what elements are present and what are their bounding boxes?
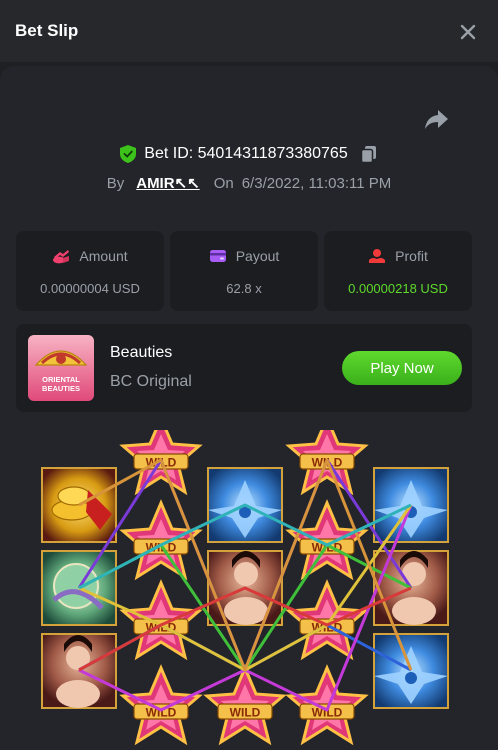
reel-symbol-wild [121, 581, 201, 659]
profit-card: Profit 0.00000218 USD [324, 231, 472, 311]
thumb-title-line2: BEAUTIES [42, 384, 80, 393]
wallet-icon [209, 250, 226, 262]
amount-value: 0.00000004 USD [40, 281, 140, 296]
payout-card: Payout 62.8 x [170, 231, 318, 311]
payout-label: Payout [235, 248, 280, 264]
amount-label: Amount [79, 248, 128, 264]
bet-slip-title: Bet Slip [15, 21, 79, 40]
by-label: By [106, 174, 125, 192]
share-icon[interactable] [424, 108, 450, 132]
payout-value: 62.8 x [226, 281, 262, 296]
reel-symbol-wild [287, 501, 367, 579]
slot-reels: WILD [41, 430, 449, 744]
profit-value: 0.00000218 USD [348, 281, 448, 296]
amount-card: Amount 0.00000004 USD [16, 231, 164, 311]
reel-symbol-wild [121, 501, 201, 579]
game-type: BC Original [110, 373, 192, 390]
thumb-title-line1: ORIENTAL [42, 375, 80, 384]
profit-icon [369, 249, 386, 263]
reel-symbol-wild [121, 666, 201, 744]
reel-symbol-blue-lotus [373, 633, 449, 709]
verified-shield-icon [120, 145, 137, 163]
profit-label: Profit [395, 248, 428, 264]
bet-meta-row: By AMIR↖↖ On 6/3/2022, 11:03:11 PM [0, 172, 498, 194]
bet-id-row: Bet ID: 54014311873380765 [0, 143, 498, 165]
bet-slip-header: Bet Slip [0, 0, 498, 62]
username-link[interactable]: AMIR↖↖ [136, 174, 199, 192]
reel-symbol-wild [287, 666, 367, 744]
copy-icon[interactable] [360, 145, 378, 163]
on-label: On [213, 174, 234, 192]
amount-icon [53, 250, 70, 264]
game-name: Beauties [110, 344, 173, 361]
play-now-button[interactable]: Play Now [342, 351, 462, 385]
close-icon[interactable] [456, 20, 480, 44]
bet-timestamp: 6/3/2022, 11:03:11 PM [241, 174, 392, 192]
game-card: ORIENTAL BEAUTIES Beauties BC Original P… [16, 324, 472, 412]
bet-id-label: Bet ID: 54014311873380765 [144, 145, 348, 162]
game-thumbnail[interactable]: ORIENTAL BEAUTIES [28, 335, 94, 401]
reel-symbol-wild [205, 666, 285, 744]
